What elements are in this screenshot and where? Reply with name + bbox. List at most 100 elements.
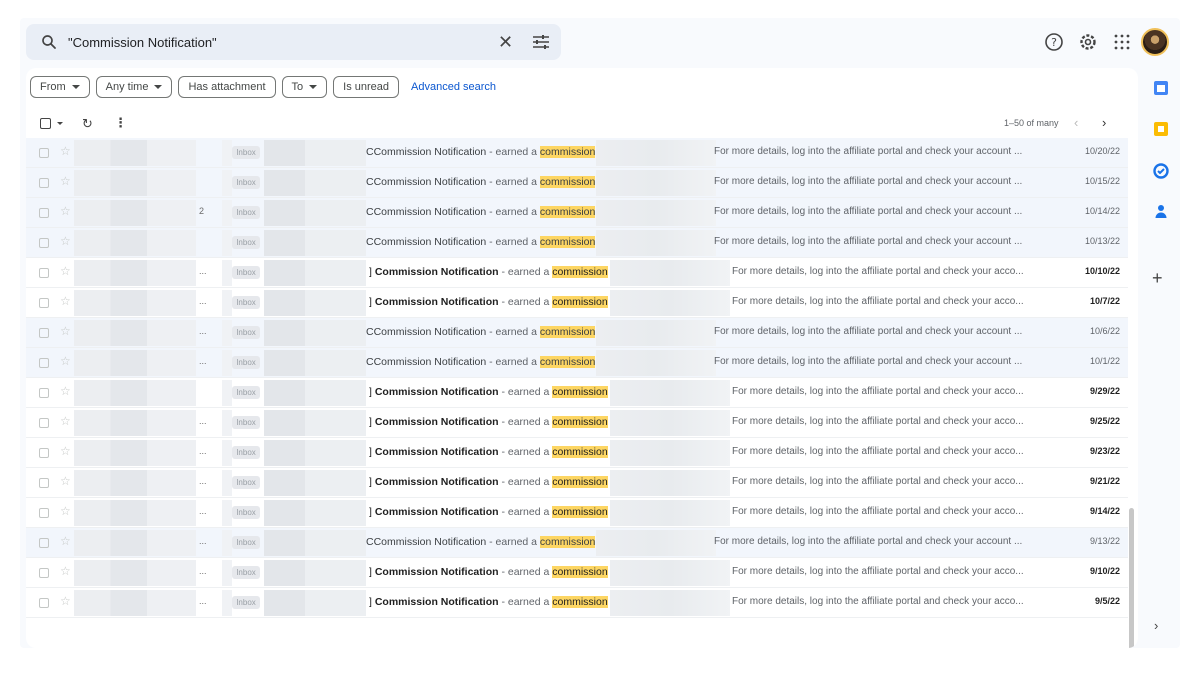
subject-title: Commission Notification	[373, 146, 487, 158]
select-all-checkbox[interactable]	[40, 118, 51, 129]
row-checkbox[interactable]	[39, 328, 49, 338]
message-row[interactable]: ☆ Inbox CCommission Notification - earned …	[26, 138, 1128, 168]
message-snippet: For more details, log into the affiliate…	[714, 146, 1023, 157]
redacted-sender	[74, 200, 196, 226]
row-checkbox[interactable]	[39, 568, 49, 578]
star-icon[interactable]: ☆	[60, 474, 71, 488]
message-row[interactable]: ☆... Inbox CCommission Notification - earn…	[26, 318, 1128, 348]
row-checkbox[interactable]	[39, 418, 49, 428]
star-icon[interactable]: ☆	[60, 174, 71, 188]
message-date: 9/5/22	[1094, 596, 1120, 606]
select-dropdown-icon[interactable]	[57, 122, 63, 125]
help-icon[interactable]: ?	[1044, 32, 1064, 52]
close-icon[interactable]: ✕	[498, 32, 513, 52]
star-icon[interactable]: ☆	[60, 324, 71, 338]
row-checkbox[interactable]	[39, 478, 49, 488]
message-subject: CCommission Notification - earned a comm…	[366, 146, 596, 158]
gear-icon[interactable]	[1078, 32, 1098, 52]
row-checkbox[interactable]	[39, 388, 49, 398]
message-row[interactable]: ☆... Inbox] Commission Notification - ear…	[26, 498, 1128, 528]
subject-separator: - earned a	[486, 536, 540, 548]
message-date: 10/15/22	[1084, 176, 1120, 186]
star-icon[interactable]: ☆	[60, 534, 71, 548]
message-row[interactable]: ☆ 2 Inbox CCommission Notification - earned…	[26, 198, 1128, 228]
row-checkbox[interactable]	[39, 298, 49, 308]
subject-separator: - earned a	[498, 596, 553, 608]
plus-icon[interactable]: +	[1152, 268, 1163, 289]
apps-icon[interactable]	[1112, 32, 1132, 52]
row-checkbox[interactable]	[39, 508, 49, 518]
subject-keyword: commission	[552, 566, 608, 578]
star-icon[interactable]: ☆	[60, 444, 71, 458]
scrollbar[interactable]	[1129, 508, 1134, 648]
contacts-icon[interactable]	[1153, 203, 1169, 219]
redacted-area	[264, 380, 366, 406]
message-subject: ] Commission Notification - earned a com…	[369, 476, 608, 488]
message-row[interactable]: ☆... Inbox] Commission Notification - ear…	[26, 468, 1128, 498]
keep-icon[interactable]	[1153, 121, 1169, 137]
prev-page-icon[interactable]: ‹	[1074, 115, 1078, 130]
inbox-label-badge: Inbox	[232, 326, 260, 339]
star-icon[interactable]: ☆	[60, 144, 71, 158]
message-row[interactable]: ☆... Inbox] Commission Notification - ear…	[26, 588, 1128, 618]
filter-chip-any-time[interactable]: Any time	[95, 76, 173, 98]
advanced-search-link[interactable]: Advanced search	[411, 81, 496, 93]
message-row[interactable]: ☆... Inbox] Commission Notification - ear…	[26, 408, 1128, 438]
tune-icon[interactable]	[532, 34, 550, 50]
star-icon[interactable]: ☆	[60, 294, 71, 308]
star-icon[interactable]: ☆	[60, 354, 71, 368]
star-icon[interactable]: ☆	[60, 234, 71, 248]
message-row[interactable]: ☆... Inbox CCommission Notification - earn…	[26, 348, 1128, 378]
filter-chip-has-attachment[interactable]: Has attachment	[178, 76, 276, 98]
message-list: ☆ Inbox CCommission Notification - earned …	[26, 138, 1128, 648]
search-bar[interactable]: ✕	[26, 24, 561, 60]
star-icon[interactable]: ☆	[60, 264, 71, 278]
thread-count: ...	[199, 536, 207, 546]
message-row[interactable]: ☆... Inbox] Commission Notification - ear…	[26, 288, 1128, 318]
message-snippet: For more details, log into the affiliate…	[732, 506, 1024, 517]
message-row[interactable]: ☆ Inbox CCommission Notification - earned …	[26, 168, 1128, 198]
search-icon[interactable]	[40, 33, 58, 51]
message-date: 9/23/22	[1089, 446, 1120, 456]
row-checkbox[interactable]	[39, 238, 49, 248]
next-page-icon[interactable]: ›	[1102, 115, 1106, 130]
star-icon[interactable]: ☆	[60, 384, 71, 398]
filter-chip-is-unread[interactable]: Is unread	[333, 76, 400, 98]
row-checkbox[interactable]	[39, 598, 49, 608]
row-checkbox[interactable]	[39, 208, 49, 218]
star-icon[interactable]: ☆	[60, 594, 71, 608]
message-row[interactable]: ☆ Inbox CCommission Notification - earned …	[26, 228, 1128, 258]
subject-separator: - earned a	[486, 176, 540, 188]
more-options-icon[interactable]: ⋮	[114, 115, 127, 131]
row-checkbox[interactable]	[39, 268, 49, 278]
redacted-area	[264, 350, 366, 376]
star-icon[interactable]: ☆	[60, 564, 71, 578]
search-input[interactable]	[68, 34, 468, 50]
refresh-icon[interactable]: ↻	[82, 116, 93, 132]
message-row[interactable]: ☆... Inbox] Commission Notification - ear…	[26, 558, 1128, 588]
subject-separator: - earned a	[486, 356, 540, 368]
redacted-area	[222, 290, 232, 316]
message-row[interactable]: ☆... Inbox CCommission Notification - earn…	[26, 528, 1128, 558]
tasks-icon[interactable]	[1153, 163, 1169, 179]
row-checkbox[interactable]	[39, 148, 49, 158]
inbox-label-badge: Inbox	[232, 536, 260, 549]
row-checkbox[interactable]	[39, 448, 49, 458]
filter-chip-to[interactable]: To	[281, 76, 328, 98]
avatar[interactable]	[1141, 28, 1169, 56]
message-row[interactable]: ☆... Inbox] Commission Notification - ear…	[26, 258, 1128, 288]
row-checkbox[interactable]	[39, 538, 49, 548]
inbox-label-badge: Inbox	[232, 476, 260, 489]
star-icon[interactable]: ☆	[60, 414, 71, 428]
star-icon[interactable]: ☆	[60, 204, 71, 218]
calendar-icon[interactable]	[1153, 80, 1169, 96]
message-subject: CCommission Notification - earned a comm…	[366, 356, 596, 368]
message-row[interactable]: ☆ Inbox] Commission Notification - earned…	[26, 378, 1128, 408]
thread-count: 2	[199, 206, 205, 216]
row-checkbox[interactable]	[39, 358, 49, 368]
star-icon[interactable]: ☆	[60, 504, 71, 518]
message-row[interactable]: ☆... Inbox] Commission Notification - ear…	[26, 438, 1128, 468]
filter-chip-from[interactable]: From	[30, 76, 90, 98]
row-checkbox[interactable]	[39, 178, 49, 188]
expand-side-panel-icon[interactable]: ›	[1154, 618, 1158, 633]
